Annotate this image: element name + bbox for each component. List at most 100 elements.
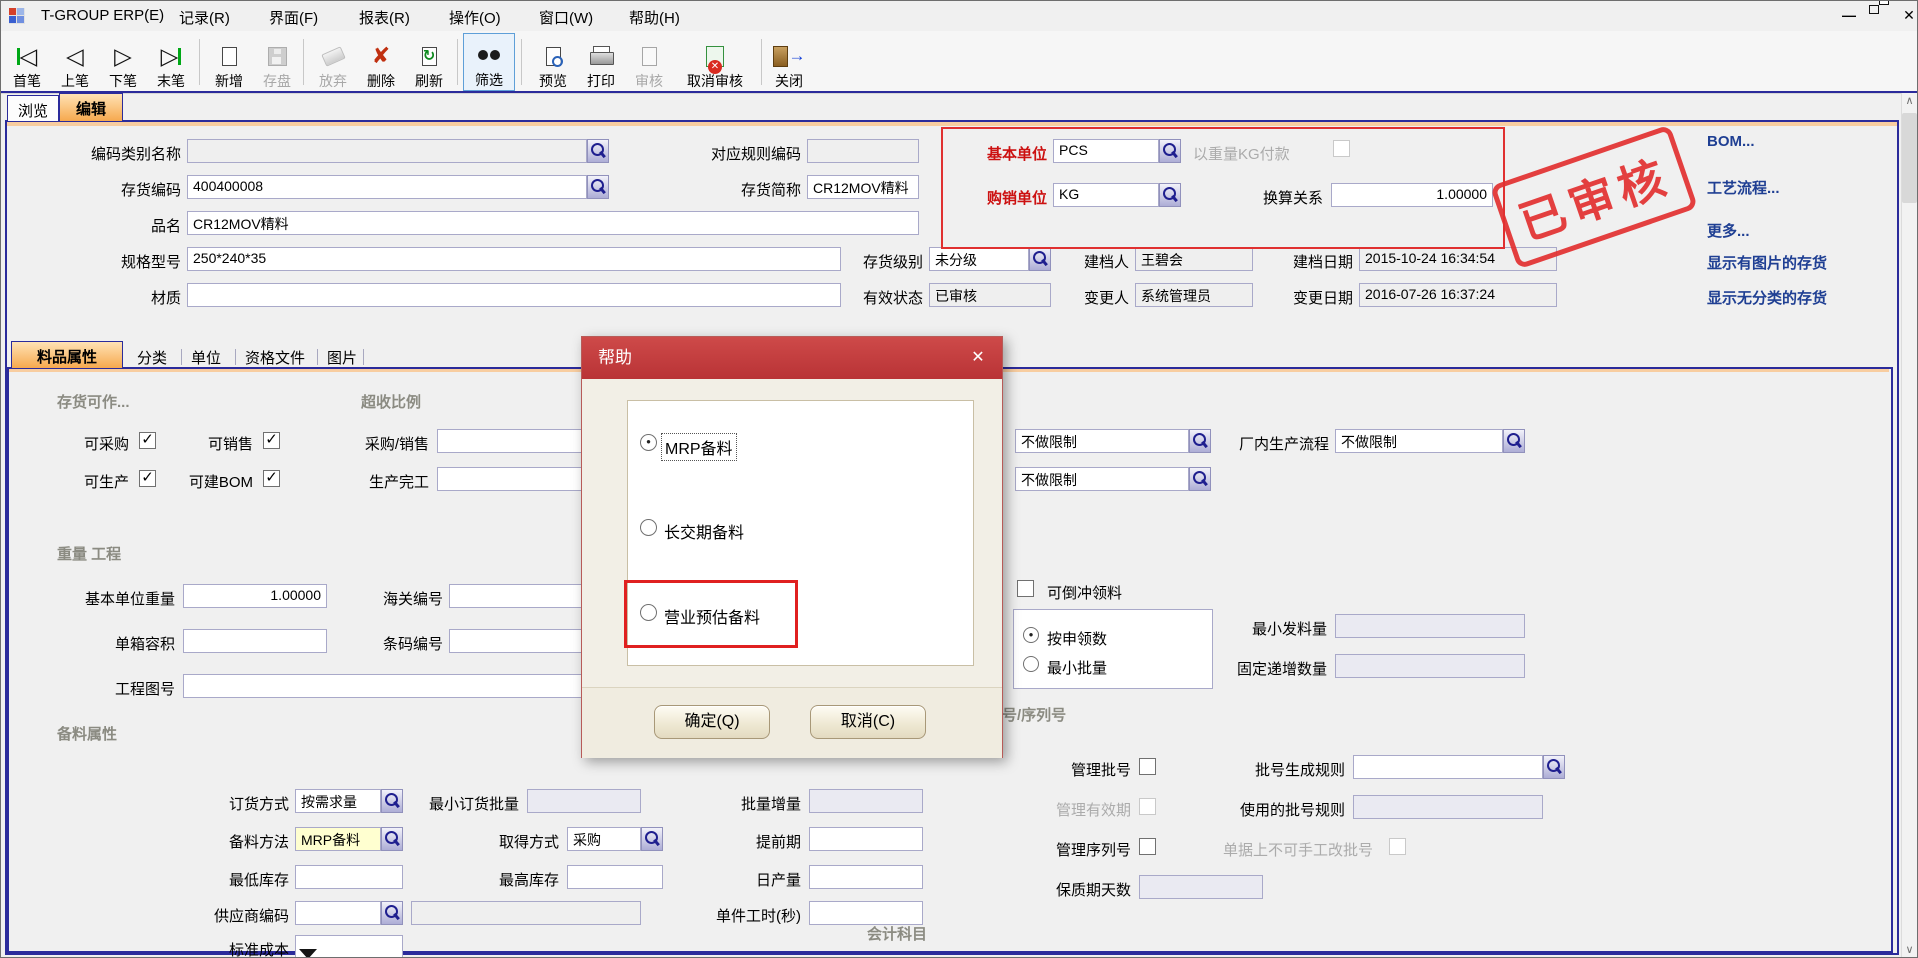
- base-unit-field[interactable]: PCS: [1053, 139, 1159, 163]
- menu-help[interactable]: 帮助(H): [629, 7, 680, 28]
- toolbar-refresh[interactable]: ↻ 刷新: [405, 33, 453, 91]
- supplier-code-field[interactable]: [295, 901, 381, 925]
- limit-2-lookup-button[interactable]: [1189, 467, 1211, 491]
- stock-level-field[interactable]: 未分级: [929, 247, 1029, 271]
- order-method-field[interactable]: 按需求量: [295, 789, 381, 813]
- box-volume-field[interactable]: [183, 629, 327, 653]
- item-name-field[interactable]: CR12MOV精料: [187, 211, 919, 235]
- limit-1-lookup-button[interactable]: [1189, 429, 1211, 453]
- option-long-leadtime-radio[interactable]: [640, 519, 657, 536]
- magnifier-icon: [385, 793, 398, 806]
- menu-operation[interactable]: 操作(O): [449, 7, 501, 28]
- menu-window[interactable]: 窗口(W): [539, 7, 593, 28]
- material-field[interactable]: [187, 283, 841, 307]
- subtab-item-attributes[interactable]: 料品属性: [11, 341, 123, 368]
- daily-output-field[interactable]: [809, 865, 923, 889]
- option-mrp-radio[interactable]: ●: [640, 434, 657, 451]
- subtab-category[interactable]: 分类: [137, 347, 167, 368]
- backflush-checkbox[interactable]: [1017, 580, 1034, 597]
- batch-rule-field[interactable]: [1353, 755, 1543, 779]
- acquire-method-lookup-button[interactable]: [641, 827, 663, 851]
- prep-method-field[interactable]: MRP备料: [295, 827, 381, 851]
- purchase-sale-ratio-field[interactable]: [437, 429, 591, 453]
- customs-code-field[interactable]: [449, 584, 591, 608]
- minimize-button[interactable]: —: [1837, 5, 1861, 25]
- dialog-close-icon[interactable]: ✕: [966, 346, 990, 370]
- toolbar-new[interactable]: 新增: [205, 33, 253, 91]
- link-show-unclassified[interactable]: 显示无分类的存货: [1707, 287, 1827, 308]
- prep-method-lookup-button[interactable]: [381, 827, 403, 851]
- toolbar-prev-record[interactable]: ◁ 上笔: [51, 33, 99, 91]
- option-long-leadtime-label[interactable]: 长交期备料: [664, 519, 744, 543]
- factory-flow-lookup-button[interactable]: [1503, 429, 1525, 453]
- restore-button[interactable]: [1867, 5, 1891, 25]
- acquire-method-field[interactable]: 采购: [567, 827, 641, 851]
- item-code-field[interactable]: 400400008: [187, 175, 587, 199]
- spec-field[interactable]: 250*240*35: [187, 247, 841, 271]
- can-sell-checkbox[interactable]: ✓: [263, 432, 280, 449]
- base-unit-lookup-button[interactable]: [1159, 139, 1181, 163]
- scroll-up-icon[interactable]: ∧: [1901, 93, 1918, 110]
- dialog-cancel-button[interactable]: 取消(C): [810, 705, 926, 739]
- vertical-scrollbar[interactable]: [1901, 93, 1918, 958]
- scroll-down-icon[interactable]: ∨: [1901, 942, 1918, 958]
- item-code-lookup-button[interactable]: [587, 175, 609, 199]
- can-bom-checkbox[interactable]: ✓: [263, 470, 280, 487]
- drawing-no-field[interactable]: [183, 674, 591, 698]
- toolbar-last-record[interactable]: ▷ 末笔: [147, 33, 195, 91]
- menu-tgroup-erp[interactable]: T-GROUP ERP(E): [41, 7, 164, 24]
- toolbar-next-record[interactable]: ▷ 下笔: [99, 33, 147, 91]
- can-purchase-checkbox[interactable]: ✓: [139, 432, 156, 449]
- dialog-ok-button[interactable]: 确定(Q): [654, 705, 770, 739]
- lead-time-field[interactable]: [809, 827, 923, 851]
- subtab-qualification[interactable]: 资格文件: [245, 347, 305, 368]
- subtab-image[interactable]: 图片: [327, 347, 357, 368]
- toolbar-filter[interactable]: 筛选: [463, 33, 515, 91]
- link-show-with-images[interactable]: 显示有图片的存货: [1707, 252, 1827, 273]
- toolbar-print[interactable]: 打印: [577, 33, 625, 91]
- issue-min-batch-radio[interactable]: [1023, 656, 1039, 672]
- toolbar-first-record[interactable]: ◁ 首笔: [3, 33, 51, 91]
- link-bom[interactable]: BOM...: [1707, 133, 1755, 150]
- section-accounting: 会计科目: [867, 923, 927, 944]
- max-stock-field[interactable]: [567, 865, 663, 889]
- order-method-lookup-button[interactable]: [381, 789, 403, 813]
- link-more[interactable]: 更多...: [1707, 220, 1750, 241]
- menu-record[interactable]: 记录(R): [179, 7, 230, 28]
- manage-batch-checkbox[interactable]: [1139, 758, 1156, 775]
- unit-weight-field[interactable]: 1.00000: [183, 584, 327, 608]
- tab-edit[interactable]: 编辑: [59, 93, 123, 121]
- toolbar-cancel-audit[interactable]: ✕ 取消审核: [673, 33, 757, 91]
- can-produce-checkbox[interactable]: ✓: [139, 470, 156, 487]
- scrollbar-thumb[interactable]: [1902, 113, 1917, 203]
- production-finish-field[interactable]: [437, 467, 591, 491]
- toolbar-close[interactable]: → 关闭: [765, 33, 813, 91]
- limit-field-1[interactable]: 不做限制: [1015, 429, 1189, 453]
- trade-unit-field[interactable]: KG: [1053, 183, 1159, 207]
- trade-unit-lookup-button[interactable]: [1159, 183, 1181, 207]
- unit-time-field[interactable]: [809, 901, 923, 925]
- tab-browse[interactable]: 浏览: [7, 95, 59, 121]
- menu-report[interactable]: 报表(R): [359, 7, 410, 28]
- item-abbr-field[interactable]: CR12MOV精料: [807, 175, 919, 199]
- issue-by-request-radio[interactable]: ●: [1023, 627, 1039, 643]
- toolbar: ◁ 首笔 ◁ 上笔 ▷ 下笔 ▷ 末笔 新增 存盘 放弃 ✘ 删除 ↻ 刷新: [1, 31, 1918, 94]
- toolbar-preview[interactable]: 预览: [529, 33, 577, 91]
- subtab-unit[interactable]: 单位: [191, 347, 221, 368]
- batch-rule-lookup-button[interactable]: [1543, 755, 1565, 779]
- toolbar-separator: [521, 39, 522, 85]
- option-mrp-label[interactable]: MRP备料: [662, 434, 736, 460]
- code-category-lookup-button[interactable]: [587, 139, 609, 163]
- link-process-flow[interactable]: 工艺流程...: [1707, 177, 1780, 198]
- close-button[interactable]: ✕: [1897, 5, 1918, 25]
- barcode-field[interactable]: [449, 629, 591, 653]
- factory-flow-field[interactable]: 不做限制: [1335, 429, 1503, 453]
- menu-interface[interactable]: 界面(F): [269, 7, 318, 28]
- supplier-lookup-button[interactable]: [381, 901, 403, 925]
- limit-field-2[interactable]: 不做限制: [1015, 467, 1189, 491]
- min-stock-field[interactable]: [295, 865, 403, 889]
- stock-level-lookup-button[interactable]: [1029, 247, 1051, 271]
- conversion-field[interactable]: 1.00000: [1331, 183, 1493, 207]
- toolbar-delete[interactable]: ✘ 删除: [357, 33, 405, 91]
- manage-serial-checkbox[interactable]: [1139, 838, 1156, 855]
